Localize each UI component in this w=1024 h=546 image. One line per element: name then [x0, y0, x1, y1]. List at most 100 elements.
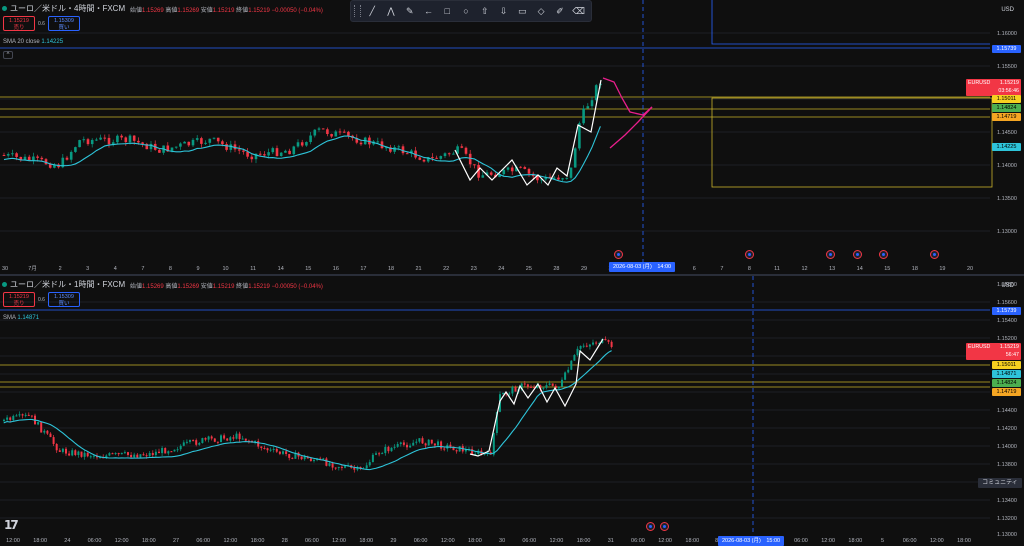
time-axis-label: 06:00: [903, 538, 917, 544]
buy-button[interactable]: 1.15309 買い: [47, 16, 80, 31]
candle: [78, 140, 81, 148]
candle: [375, 453, 377, 455]
time-axis-label: 30: [499, 538, 505, 544]
candle: [6, 417, 9, 420]
candle: [43, 430, 46, 433]
candle: [443, 153, 447, 157]
highlighter-icon[interactable]: ✐: [550, 2, 569, 20]
price-tag-blue-line: 1.15739: [992, 307, 1021, 315]
candle: [347, 131, 350, 136]
candle: [210, 436, 213, 439]
candle: [15, 415, 18, 417]
time-axis-label: 19: [939, 266, 945, 272]
candle: [226, 438, 229, 441]
candle: [117, 453, 120, 455]
candle: [449, 444, 452, 447]
note-icon[interactable]: ▭: [513, 2, 532, 20]
projection-line-lower: [609, 106, 653, 149]
sell-button[interactable]: 1.15219 売り: [3, 16, 35, 31]
trade-buttons: 1.15219 売り 0.6 1.15309 買い: [3, 292, 80, 307]
crosshair-date-marker: 2026-08-03 (月) 14:00: [609, 262, 676, 272]
symbol-legend[interactable]: ユーロ／米ドル・1時間・FXCM: [2, 279, 125, 290]
candle: [610, 341, 613, 347]
time-axis-label: 12:00: [658, 538, 672, 544]
currency-label[interactable]: USD: [1001, 7, 1014, 13]
economic-event-icon[interactable]: [826, 250, 835, 259]
economic-event-icon[interactable]: [614, 250, 623, 259]
sma-legend[interactable]: SMA 1.14871: [3, 315, 39, 321]
candle: [92, 455, 95, 457]
time-axis-label: 18:00: [468, 538, 482, 544]
arrow-up-icon[interactable]: ⇧: [475, 2, 494, 20]
candle: [458, 446, 461, 452]
price-label-icon[interactable]: ◇: [532, 2, 551, 20]
drag-handle-icon[interactable]: [354, 5, 361, 17]
candle: [317, 128, 321, 130]
arrow-down-icon[interactable]: ⇩: [494, 2, 513, 20]
candle: [49, 433, 52, 438]
candle: [46, 430, 49, 434]
candle: [99, 137, 102, 140]
candle: [187, 141, 191, 146]
economic-event-icon[interactable]: [745, 250, 754, 259]
arrow-icon[interactable]: ←: [419, 2, 438, 20]
time-axis-label: 12:00: [223, 538, 237, 544]
currency-label[interactable]: USD: [1001, 283, 1014, 289]
brush-icon[interactable]: ✎: [400, 2, 419, 20]
sell-button[interactable]: 1.15219 売り: [3, 292, 35, 307]
price-axis-label: 1.14000: [997, 444, 1017, 450]
chart-canvas-4h[interactable]: 1.160001.155001.150001.145001.140001.135…: [0, 0, 1024, 274]
time-axis-label: 12:00: [550, 538, 564, 544]
candle: [11, 153, 14, 155]
economic-event-icon[interactable]: [879, 250, 888, 259]
price-axis-label: 1.14000: [997, 163, 1017, 169]
candle: [406, 444, 408, 448]
candle: [132, 135, 136, 141]
price-axis-label: 1.14400: [997, 408, 1017, 414]
economic-event-icon[interactable]: [660, 522, 669, 531]
candle: [58, 450, 61, 452]
eraser-icon[interactable]: ⌫: [569, 2, 588, 20]
price-axis-label: 1.14200: [997, 426, 1017, 432]
candle: [83, 452, 86, 457]
candle: [161, 448, 164, 454]
economic-event-icon[interactable]: [646, 522, 655, 531]
candle: [204, 438, 207, 440]
candle: [15, 153, 18, 157]
buy-button[interactable]: 1.15309 買い: [47, 292, 80, 307]
chart-pane-1h[interactable]: 1.158001.156001.154001.152001.150001.148…: [0, 276, 1024, 546]
candle: [590, 100, 594, 107]
time-axis-label: 24: [64, 538, 70, 544]
collapse-legend-button[interactable]: ^: [3, 51, 13, 59]
candle: [573, 148, 577, 168]
candle: [578, 123, 581, 149]
candle: [158, 149, 161, 153]
symbol-legend[interactable]: ユーロ／米ドル・4時間・FXCM: [2, 3, 125, 14]
economic-event-icon[interactable]: [930, 250, 939, 259]
circle-icon[interactable]: ○: [457, 2, 476, 20]
price-axis-label: 1.15400: [997, 318, 1017, 324]
candle: [136, 454, 139, 458]
path-icon[interactable]: ⋀: [382, 2, 401, 20]
time-axis-label: 27: [173, 538, 179, 544]
candle: [604, 338, 607, 341]
candle: [551, 383, 554, 386]
candle: [433, 443, 436, 446]
time-axis-label: 12:00: [821, 538, 835, 544]
candle: [23, 156, 27, 160]
sma-legend[interactable]: SMA 20 close 1.14225: [3, 39, 63, 45]
candle: [242, 150, 245, 152]
tradingview-logo-icon: 17: [4, 518, 19, 532]
rectangle-icon[interactable]: □: [438, 2, 457, 20]
candle: [447, 153, 451, 155]
trend-line-icon[interactable]: ╱: [363, 2, 382, 20]
price-axis-label: 1.13800: [997, 462, 1017, 468]
candle: [376, 141, 380, 143]
time-axis-label: 12:00: [115, 538, 129, 544]
chart-canvas-1h[interactable]: 1.158001.156001.154001.152001.150001.148…: [0, 276, 1024, 546]
chart-pane-4h[interactable]: 1.160001.155001.150001.145001.140001.135…: [0, 0, 1024, 274]
community-button[interactable]: コミュニティ: [978, 478, 1022, 488]
candle: [9, 417, 12, 420]
spread-value: 0.6: [38, 296, 45, 303]
economic-event-icon[interactable]: [853, 250, 862, 259]
